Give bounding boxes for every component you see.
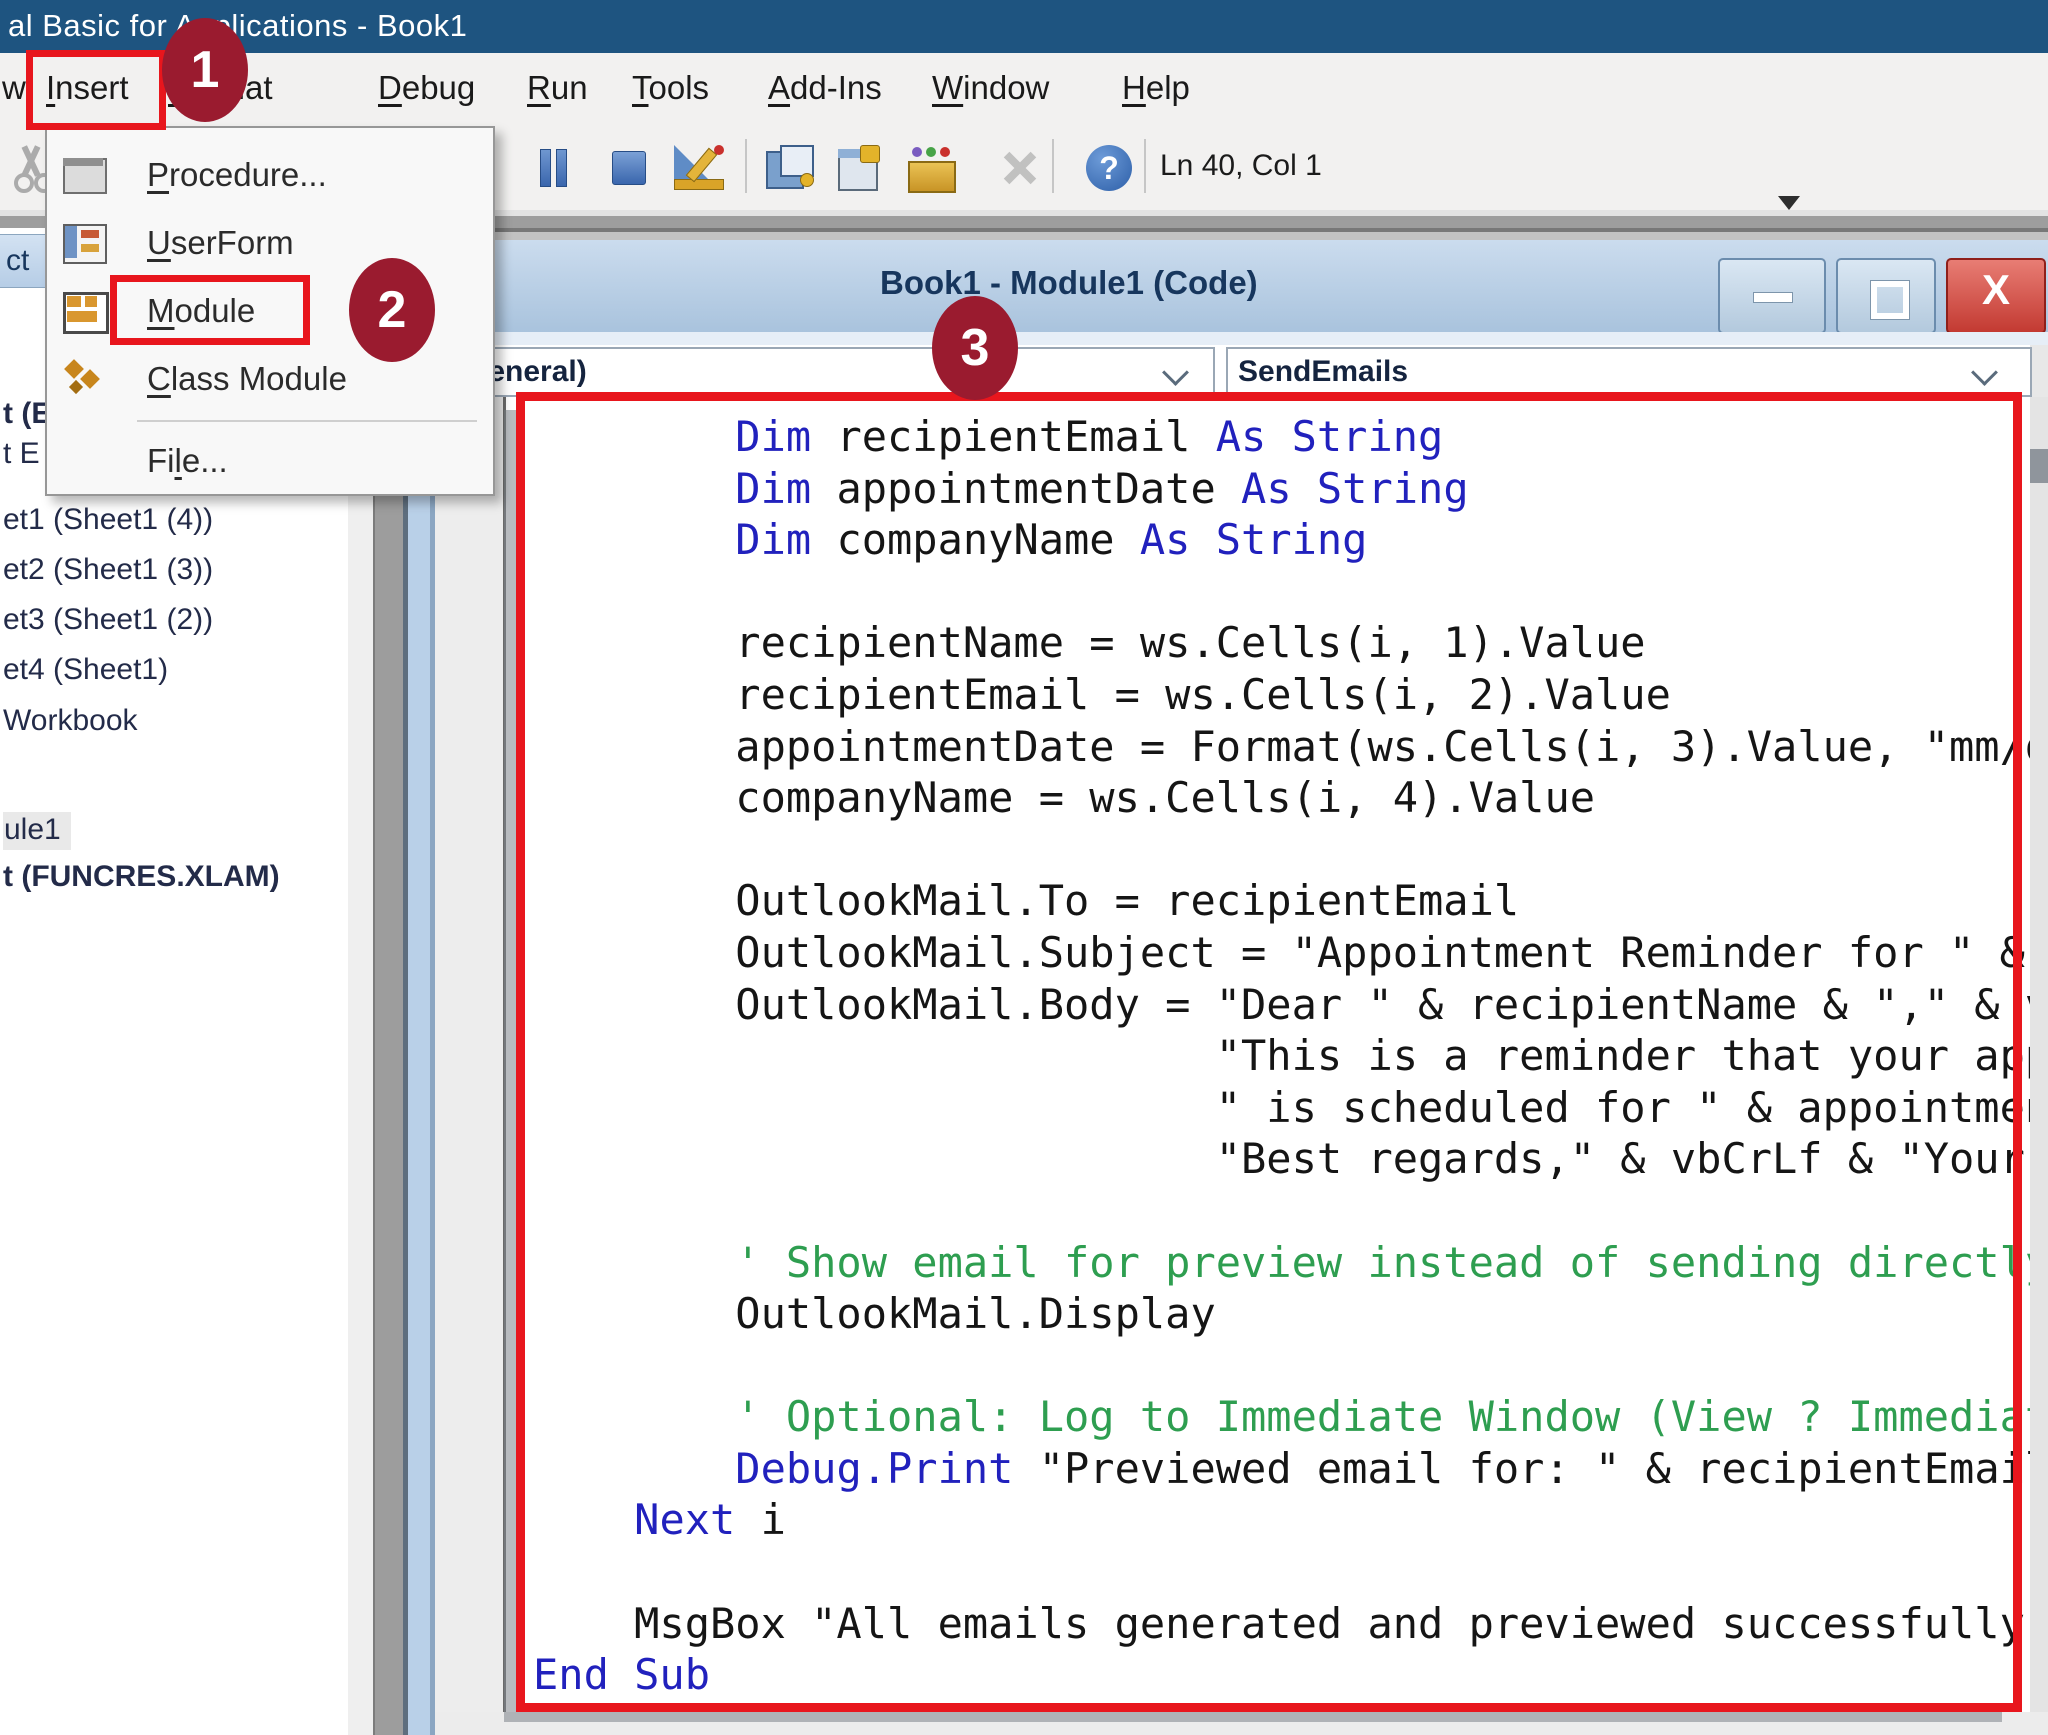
properties-window-icon[interactable] <box>836 145 882 191</box>
class-module-icon <box>63 360 105 398</box>
menu-option-file[interactable]: File... <box>47 428 493 496</box>
code-window-combobar: (General) SendEmails <box>435 345 2030 397</box>
annotation-rectangle-module <box>110 275 310 345</box>
code-window-title-underline <box>408 332 2048 345</box>
procedure-dropdown-value: SendEmails <box>1238 355 1408 389</box>
tree-item-sheet3[interactable]: et3 (Sheet1 (2)) <box>3 603 213 637</box>
stop-icon[interactable] <box>612 151 646 185</box>
menu-option-class-module[interactable]: Class Module <box>47 346 493 414</box>
project-explorer-icon[interactable] <box>766 145 814 191</box>
procedure-dropdown[interactable]: SendEmails <box>1226 347 2032 397</box>
tree-item-sheet2[interactable]: et2 (Sheet1 (3)) <box>3 553 213 587</box>
menu-item-view-tail[interactable]: w <box>2 69 26 107</box>
toolbar-separator <box>745 139 747 193</box>
annotation-step-3: 3 <box>932 296 1018 400</box>
menu-item-window[interactable]: Window <box>932 69 1049 107</box>
code-window-title: Book1 - Module1 (Code) <box>880 264 1258 302</box>
tree-item-sheet4[interactable]: et4 (Sheet1) <box>3 653 168 687</box>
tree-item-module1[interactable]: ule1 <box>3 812 71 850</box>
annotation-step-1: 1 <box>162 18 248 122</box>
menu-item-run[interactable]: Run <box>527 69 588 107</box>
code-margin-indicator-bar <box>435 397 506 1712</box>
module-icon <box>63 292 105 330</box>
cursor-position-label: Ln 40, Col 1 <box>1160 149 1322 183</box>
menu-item-tools[interactable]: Tools <box>632 69 709 107</box>
tree-item-funcres[interactable]: t (FUNCRES.XLAM) <box>3 860 280 894</box>
app-titlebar: al Basic for Applications - Book1 <box>0 0 2048 53</box>
toolbar-separator <box>1052 139 1054 193</box>
scrollbar-thumb[interactable] <box>2030 449 2048 483</box>
pause-icon[interactable] <box>540 149 568 185</box>
annotation-rectangle-code <box>516 392 2022 1712</box>
close-button[interactable]: X <box>1946 258 2046 334</box>
code-window-bottom-strip <box>435 1712 2048 1735</box>
help-icon[interactable]: ? <box>1086 145 1132 191</box>
toolbar-overflow-icon[interactable] <box>1778 196 1800 210</box>
project-panel-title-fragment: ct <box>6 244 29 278</box>
menu-item-addins[interactable]: Add-Ins <box>768 69 882 107</box>
menu-option-userform[interactable]: UserForm <box>47 210 493 278</box>
toolbar-separator <box>1144 139 1146 193</box>
object-browser-icon[interactable] <box>908 147 958 191</box>
menu-item-debug[interactable]: Debug <box>378 69 475 107</box>
chevron-down-icon <box>1162 359 1189 386</box>
menubar: w Insert Format Debug Run Tools Add-Ins … <box>0 53 2048 125</box>
procedure-icon <box>63 156 105 194</box>
object-dropdown[interactable]: (General) <box>443 347 1215 397</box>
restore-button[interactable] <box>1836 258 1936 334</box>
code-window-titlebar[interactable]: Book1 - Module1 (Code) X <box>408 240 2048 334</box>
menu-option-procedure[interactable]: Procedure... <box>47 142 493 210</box>
vba-editor-screen: al Basic for Applications - Book1 w Inse… <box>0 0 2048 1735</box>
annotation-step-2: 2 <box>349 258 435 362</box>
toolbox-icon <box>1000 149 1040 187</box>
vertical-scrollbar[interactable] <box>2030 397 2048 1712</box>
menu-item-help[interactable]: Help <box>1122 69 1190 107</box>
annotation-rectangle-insert <box>26 50 166 130</box>
tree-item-thisworkbook[interactable]: Workbook <box>3 704 138 738</box>
design-mode-icon[interactable] <box>674 145 726 191</box>
menu-separator <box>137 420 477 422</box>
tree-item-msexcel-objects[interactable]: t E <box>3 437 40 471</box>
tree-item-sheet1[interactable]: et1 (Sheet1 (4)) <box>3 503 213 537</box>
minimize-button[interactable] <box>1718 258 1826 334</box>
chevron-down-icon <box>1971 359 1998 386</box>
userform-icon <box>63 224 105 262</box>
